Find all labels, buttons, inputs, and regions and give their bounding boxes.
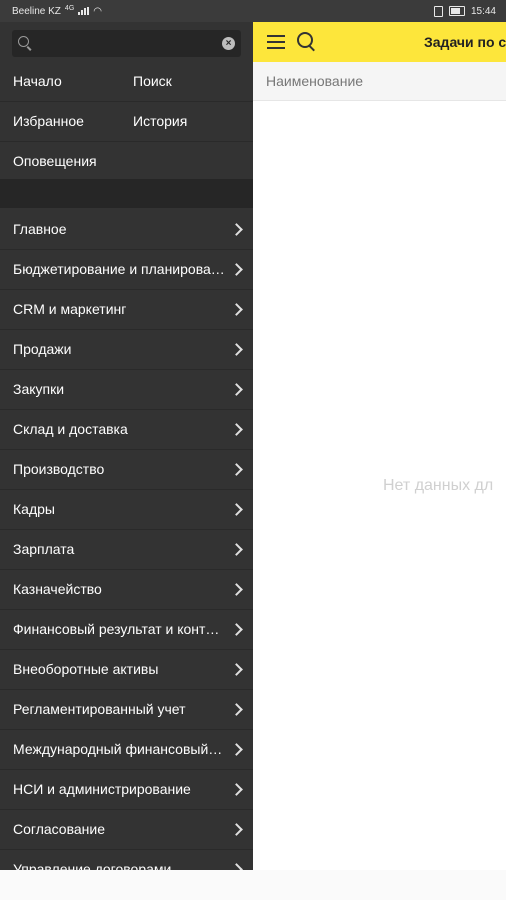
column-header: Наименование <box>253 62 506 101</box>
chevron-right-icon <box>230 783 243 796</box>
drawer-section-item[interactable]: Зарплата <box>0 530 253 570</box>
drawer-section-label: Продажи <box>13 341 72 357</box>
drawer-section-label: НСИ и администрирование <box>13 781 191 797</box>
drawer-section-label: Закупки <box>13 381 65 397</box>
clock: 15:44 <box>470 5 496 17</box>
chevron-right-icon <box>230 543 243 556</box>
drawer-section-label: Главное <box>13 221 67 237</box>
drawer-search-box: × <box>12 30 241 57</box>
chevron-right-icon <box>230 423 243 436</box>
menu-icon[interactable] <box>267 35 285 49</box>
drawer-section-item[interactable]: Закупки <box>0 370 253 410</box>
drawer-section-label: Международный финансовый учет <box>13 741 225 757</box>
drawer-section-label: Финансовый результат и контроллинг <box>13 621 225 637</box>
chevron-right-icon <box>230 583 243 596</box>
chevron-right-icon <box>230 343 243 356</box>
app-toolbar: Задачи по со <box>253 22 506 62</box>
page-title: Задачи по со <box>424 34 506 50</box>
chevron-right-icon <box>230 383 243 396</box>
drawer-section-item[interactable]: Кадры <box>0 490 253 530</box>
chevron-right-icon <box>230 743 243 756</box>
section-menu: Главное Бюджетирование и планирование CRM … <box>0 210 253 870</box>
drawer-section-label: Согласование <box>13 821 105 837</box>
home-link[interactable]: Начало <box>13 62 62 101</box>
drawer-section-label: Казначейство <box>13 581 102 597</box>
main-content: Задачи по со Наименование Нет данных дл <box>253 22 506 870</box>
drawer-section-label: Бюджетирование и планирование <box>13 261 225 277</box>
bottom-bar <box>0 870 506 900</box>
drawer-section-item[interactable]: Управление договорами <box>0 850 253 870</box>
history-link[interactable]: История <box>133 102 187 141</box>
column-header-name[interactable]: Наименование <box>266 62 363 100</box>
drawer-section-item[interactable]: Главное <box>0 210 253 250</box>
drawer-section-item[interactable]: Продажи <box>0 330 253 370</box>
signal-icon <box>78 7 90 15</box>
drawer-section-label: Склад и доставка <box>13 421 128 437</box>
chevron-right-icon <box>230 863 243 870</box>
chevron-right-icon <box>230 463 243 476</box>
drawer-section-label: Внеоборотные активы <box>13 661 159 677</box>
chevron-right-icon <box>230 823 243 836</box>
favorites-link[interactable]: Избранное <box>13 102 84 141</box>
quick-links: Начало Поиск Избранное История Оповещени… <box>0 62 253 181</box>
status-bar: Beeline KZ 4G ◠ 15:44 <box>0 0 506 22</box>
wifi-icon: ◠ <box>93 5 102 17</box>
drawer-section-label: Управление договорами <box>13 861 172 870</box>
chevron-right-icon <box>230 223 243 236</box>
notifications-link[interactable]: Оповещения <box>13 142 97 181</box>
chevron-right-icon <box>230 303 243 316</box>
drawer-section-label: Зарплата <box>13 541 75 557</box>
chevron-right-icon <box>230 663 243 676</box>
drawer-section-item[interactable]: Международный финансовый учет <box>0 730 253 770</box>
drawer-section-item[interactable]: Согласование <box>0 810 253 850</box>
drawer-section-item[interactable]: Внеоборотные активы <box>0 650 253 690</box>
drawer-section-item[interactable]: НСИ и администрирование <box>0 770 253 810</box>
drawer-section-item[interactable]: CRM и маркетинг <box>0 290 253 330</box>
vibrate-icon <box>433 5 443 17</box>
search-icon[interactable] <box>297 32 313 48</box>
chevron-right-icon <box>230 263 243 276</box>
drawer-section-item[interactable]: Казначейство <box>0 570 253 610</box>
drawer-section-label: Кадры <box>13 501 55 517</box>
navigation-drawer: × Начало Поиск Избранное История Оповеще… <box>0 22 253 870</box>
drawer-section-item[interactable]: Производство <box>0 450 253 490</box>
chevron-right-icon <box>230 703 243 716</box>
battery-icon <box>448 6 465 16</box>
drawer-search-input[interactable] <box>38 34 212 55</box>
drawer-section-item[interactable]: Финансовый результат и контроллинг <box>0 610 253 650</box>
network-type-label: 4G <box>64 4 75 12</box>
empty-state-message: Нет данных дл <box>383 477 494 494</box>
drawer-separator <box>0 179 253 208</box>
chevron-right-icon <box>230 623 243 636</box>
chevron-right-icon <box>230 503 243 516</box>
drawer-section-item[interactable]: Регламентированный учет <box>0 690 253 730</box>
carrier-label: Beeline KZ <box>12 5 61 17</box>
drawer-section-label: CRM и маркетинг <box>13 301 127 317</box>
drawer-section-item[interactable]: Склад и доставка <box>0 410 253 450</box>
search-link[interactable]: Поиск <box>133 62 172 101</box>
search-icon <box>18 36 29 47</box>
clear-icon[interactable]: × <box>222 37 235 50</box>
drawer-section-label: Производство <box>13 461 105 477</box>
drawer-section-label: Регламентированный учет <box>13 701 186 717</box>
drawer-section-item[interactable]: Бюджетирование и планирование <box>0 250 253 290</box>
